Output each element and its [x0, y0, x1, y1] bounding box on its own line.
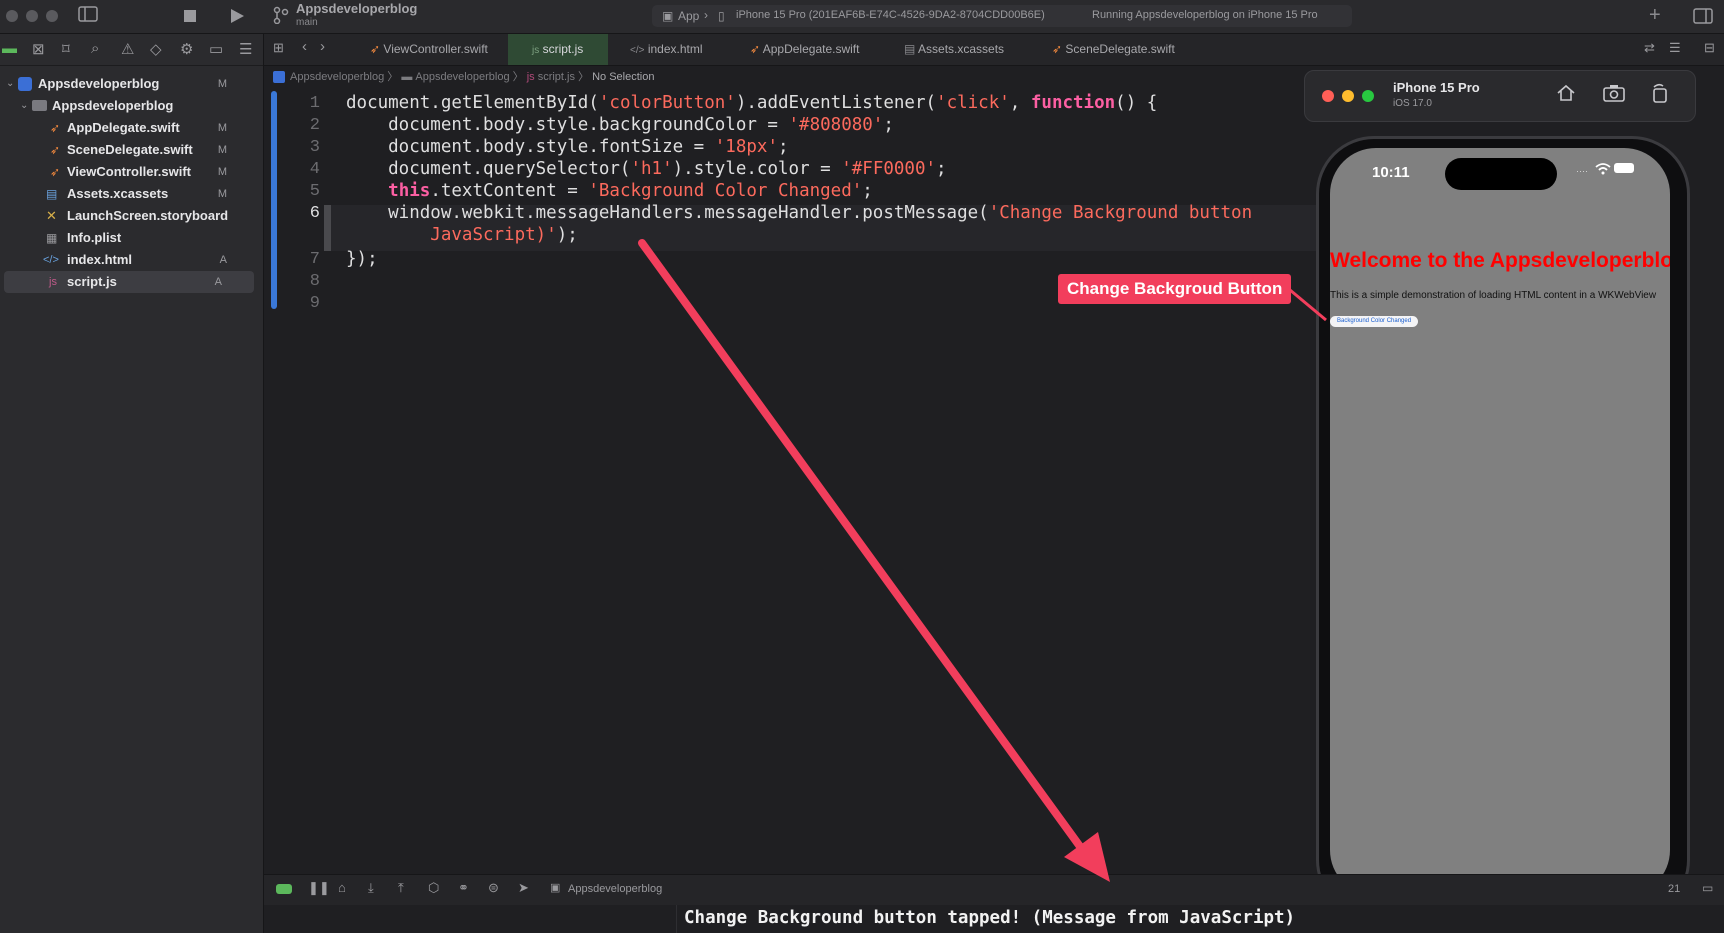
annotation-arrows: [638, 239, 1327, 882]
annotation-label: Change Backgroud Button: [1058, 274, 1292, 304]
annotation-arrow-to-button: [1289, 288, 1327, 322]
annotation-arrow-to-console: [638, 239, 1088, 856]
